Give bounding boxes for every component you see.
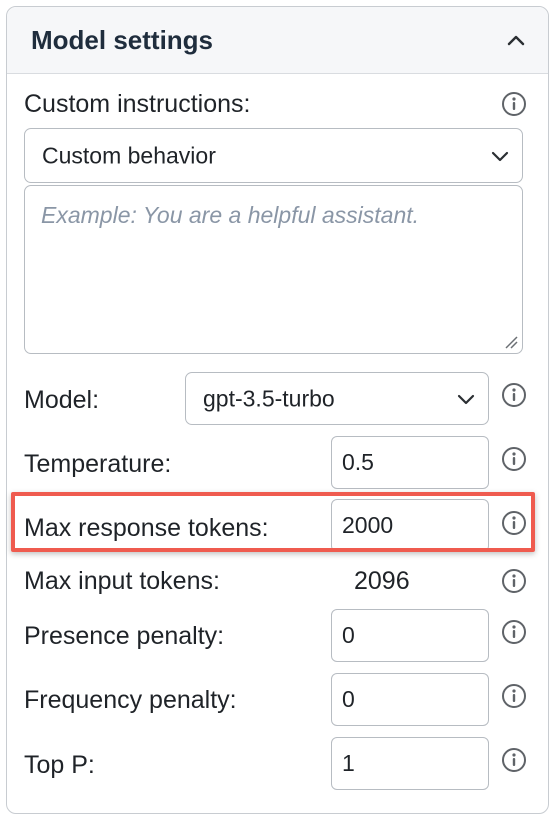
temperature-label: Temperature:: [24, 450, 172, 478]
info-icon[interactable]: [501, 747, 527, 773]
custom-instructions-selected: Custom behavior: [42, 142, 216, 168]
model-select[interactable]: gpt-3.5-turbo: [185, 372, 489, 425]
info-icon[interactable]: [501, 568, 527, 594]
info-icon[interactable]: [501, 382, 527, 408]
max-response-tokens-input[interactable]: [331, 499, 489, 552]
frequency-penalty-label: Frequency penalty:: [24, 686, 237, 714]
presence-penalty-input[interactable]: [331, 609, 489, 662]
max-input-tokens-value: 2096: [354, 567, 410, 595]
custom-instructions-select[interactable]: Custom behavior: [24, 128, 523, 183]
info-icon[interactable]: [501, 619, 527, 645]
presence-penalty-label: Presence penalty:: [24, 622, 225, 650]
frequency-penalty-input[interactable]: [331, 673, 489, 726]
model-selected: gpt-3.5-turbo: [203, 385, 335, 411]
panel-title: Model settings: [31, 25, 214, 55]
custom-instructions-textarea[interactable]: [24, 185, 523, 354]
custom-instructions-label: Custom instructions:: [24, 90, 251, 118]
top-p-input[interactable]: [331, 737, 489, 790]
max-input-tokens-label: Max input tokens:: [24, 567, 220, 595]
temperature-input[interactable]: [331, 436, 489, 489]
chevron-down-icon: [491, 151, 509, 161]
max-response-tokens-label: Max response tokens:: [24, 514, 269, 542]
panel-header[interactable]: Model settings: [7, 7, 548, 74]
info-icon[interactable]: [501, 91, 527, 117]
resize-grip-icon[interactable]: [504, 335, 518, 349]
info-icon[interactable]: [501, 683, 527, 709]
info-icon[interactable]: [501, 446, 527, 472]
info-icon[interactable]: [501, 510, 527, 536]
top-p-label: Top P:: [24, 751, 95, 779]
collapse-button[interactable]: [498, 23, 534, 59]
chevron-up-icon: [507, 35, 525, 46]
model-label: Model:: [24, 386, 100, 414]
chevron-down-icon: [457, 394, 475, 404]
